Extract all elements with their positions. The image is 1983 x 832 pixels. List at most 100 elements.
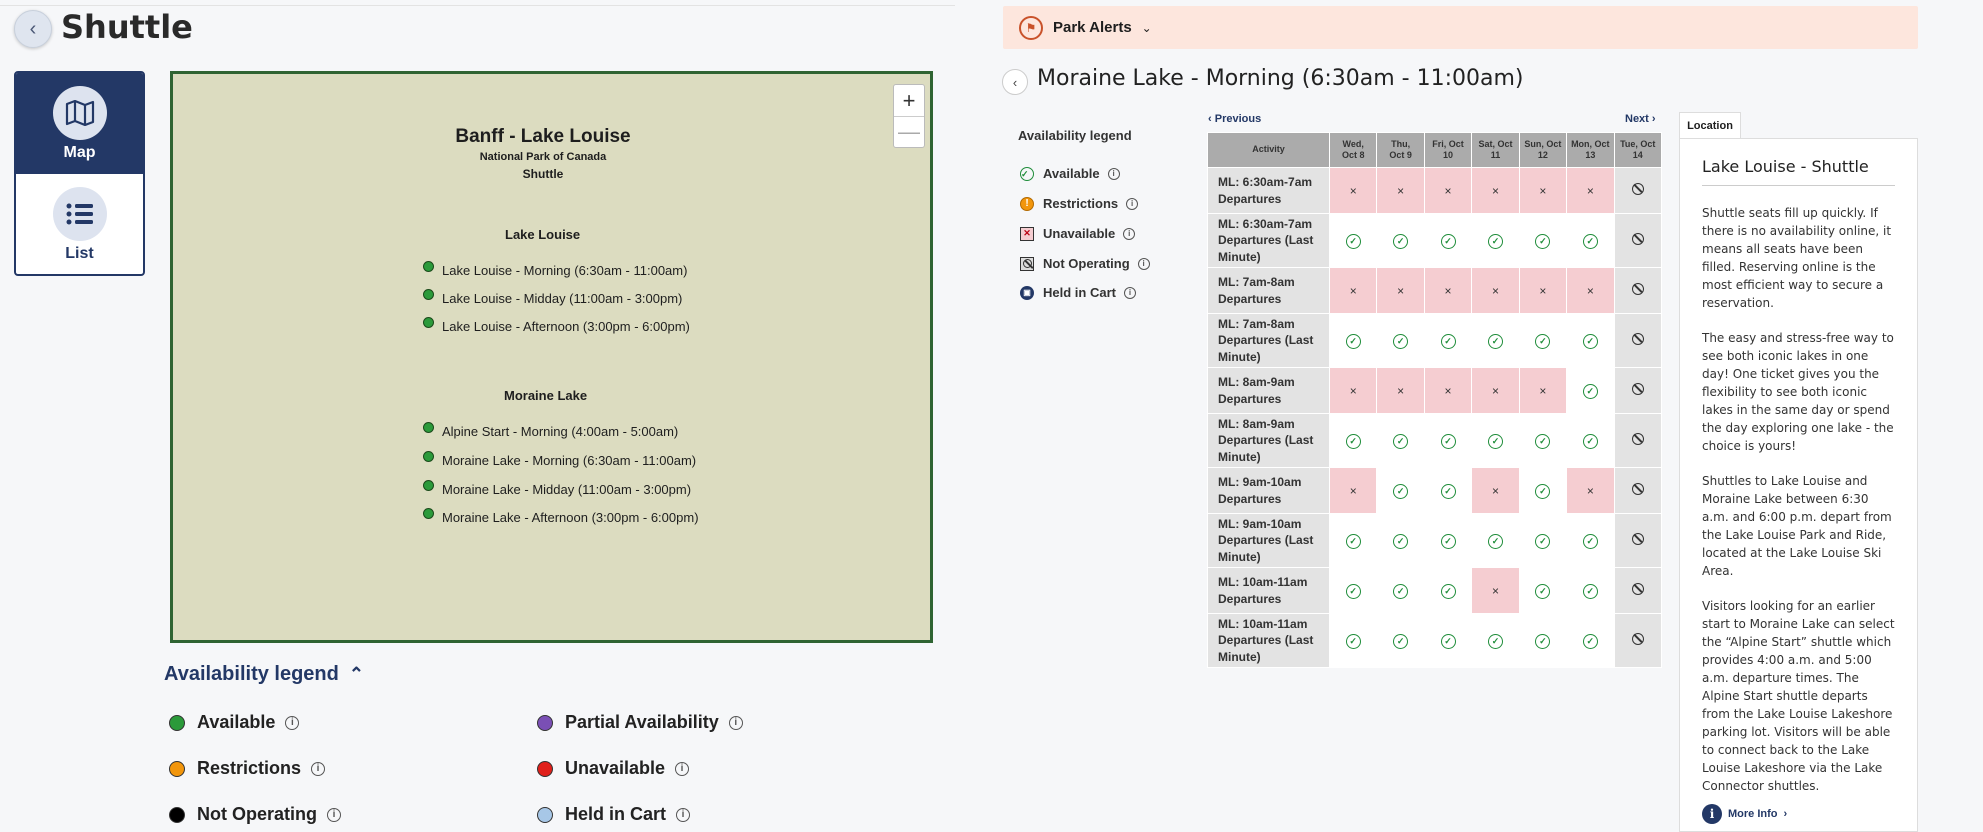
activity-header: Activity <box>1207 132 1330 168</box>
available-cell[interactable]: ✓ <box>1328 567 1378 614</box>
side-legend-label: Held in Cart <box>1043 285 1116 300</box>
available-cell[interactable]: ✓ <box>1566 213 1615 268</box>
available-cell[interactable]: ✓ <box>1566 413 1615 468</box>
check-circle-icon: ✓ <box>1440 233 1456 249</box>
map-location[interactable]: Lake Louise - Afternoon (3:00pm - 6:00pm… <box>423 317 690 334</box>
map-location[interactable]: Lake Louise - Morning (6:30am - 11:00am) <box>423 261 687 278</box>
available-cell[interactable]: ✓ <box>1328 513 1378 568</box>
list-view-button[interactable]: List <box>16 174 143 274</box>
park-alerts-bar[interactable]: ⚑ Park Alerts ⌄ <box>1003 6 1918 49</box>
not-operating-cell <box>1613 367 1663 414</box>
available-check-icon: ✓ <box>1020 166 1034 181</box>
back-button[interactable]: ‹ <box>14 10 52 48</box>
unavailable-x-icon: ✕ <box>1020 226 1034 241</box>
info-icon: i <box>1702 804 1722 824</box>
availability-legend-title: Availability legend <box>164 663 339 685</box>
detail-back-button[interactable]: ‹ <box>1002 69 1028 95</box>
info-icon[interactable]: i <box>675 761 690 776</box>
available-cell[interactable]: ✓ <box>1423 413 1473 468</box>
available-cell[interactable]: ✓ <box>1328 413 1378 468</box>
date-header-line: Fri, Oct <box>1432 138 1464 149</box>
not-operating-cell <box>1613 213 1663 268</box>
available-cell[interactable]: ✓ <box>1518 467 1568 514</box>
map-location[interactable]: Moraine Lake - Morning (6:30am - 11:00am… <box>423 451 696 468</box>
available-cell[interactable]: ✓ <box>1518 567 1568 614</box>
megaphone-icon: ⚑ <box>1019 15 1043 40</box>
available-cell[interactable]: ✓ <box>1566 513 1615 568</box>
location-paragraph: Shuttles to Lake Louise and Moraine Lake… <box>1702 474 1892 578</box>
location-title: Lake Louise - Shuttle <box>1702 157 1895 186</box>
date-column-header: Sun, Oct 12 <box>1518 132 1568 168</box>
available-cell[interactable]: ✓ <box>1471 213 1520 268</box>
info-icon[interactable]: i <box>1137 257 1150 270</box>
available-cell[interactable]: ✓ <box>1423 313 1473 368</box>
available-cell[interactable]: ✓ <box>1518 213 1568 268</box>
available-cell[interactable]: ✓ <box>1423 567 1473 614</box>
info-icon[interactable]: i <box>676 807 691 822</box>
map-location[interactable]: Moraine Lake - Midday (11:00am - 3:00pm) <box>423 480 691 497</box>
next-label: Next <box>1625 113 1649 125</box>
next-week-link[interactable]: Next › <box>1625 113 1656 125</box>
available-cell[interactable]: ✓ <box>1566 567 1615 614</box>
x-icon: × <box>1491 383 1499 398</box>
held-in-cart-dot-icon <box>537 806 553 823</box>
date-column-header: Thu, Oct 9 <box>1376 132 1425 168</box>
tab-location[interactable]: Location <box>1679 112 1741 139</box>
unavailable-cell: × <box>1328 367 1378 414</box>
available-cell[interactable]: ✓ <box>1376 413 1425 468</box>
available-cell[interactable]: ✓ <box>1518 513 1568 568</box>
available-cell[interactable]: ✓ <box>1376 213 1425 268</box>
map-location-label: Moraine Lake - Afternoon (3:00pm - 6:00p… <box>442 510 699 525</box>
available-cell[interactable]: ✓ <box>1471 613 1520 668</box>
more-info-link[interactable]: i More Info › <box>1702 804 1787 824</box>
activity-label: ML: 6:30am-7am Departures (Last Minute) <box>1207 213 1330 268</box>
cart-icon: ▣ <box>1020 285 1034 300</box>
available-cell[interactable]: ✓ <box>1376 313 1425 368</box>
map-subtitle-shuttle: Shuttle <box>522 167 564 181</box>
available-cell[interactable]: ✓ <box>1566 613 1615 668</box>
map-view-button[interactable]: Map <box>16 73 143 174</box>
map-location[interactable]: Alpine Start - Morning (4:00am - 5:00am) <box>423 422 678 439</box>
info-icon[interactable]: i <box>1123 286 1136 299</box>
available-cell[interactable]: ✓ <box>1376 613 1425 668</box>
available-cell[interactable]: ✓ <box>1423 613 1473 668</box>
unavailable-cell: × <box>1376 267 1425 314</box>
available-cell[interactable]: ✓ <box>1471 413 1520 468</box>
shuttle-map[interactable]: + — Banff - Lake Louise National Park of… <box>170 71 933 643</box>
availability-legend-toggle[interactable]: Availability legend ⌃ <box>164 663 364 686</box>
available-cell[interactable]: ✓ <box>1423 467 1473 514</box>
date-header-line: 11 <box>1490 150 1501 160</box>
zoom-in-button[interactable]: + <box>894 85 924 116</box>
info-icon[interactable]: i <box>327 807 341 822</box>
map-location[interactable]: Moraine Lake - Afternoon (3:00pm - 6:00p… <box>423 508 699 525</box>
available-cell[interactable]: ✓ <box>1518 613 1568 668</box>
available-cell[interactable]: ✓ <box>1518 313 1568 368</box>
info-icon[interactable]: i <box>1123 227 1136 240</box>
available-cell[interactable]: ✓ <box>1566 367 1615 414</box>
available-cell[interactable]: ✓ <box>1423 513 1473 568</box>
info-icon[interactable]: i <box>285 715 300 730</box>
info-icon[interactable]: i <box>728 715 743 730</box>
detail-title: Moraine Lake - Morning (6:30am - 11:00am… <box>1037 66 1524 91</box>
map-location[interactable]: Lake Louise - Midday (11:00am - 3:00pm) <box>423 289 682 306</box>
available-cell[interactable]: ✓ <box>1471 513 1520 568</box>
previous-week-link[interactable]: ‹ Previous <box>1208 113 1261 125</box>
available-cell[interactable]: ✓ <box>1328 213 1378 268</box>
activity-label: ML: 10am-11am Departures (Last Minute) <box>1207 613 1330 668</box>
info-icon[interactable]: i <box>1107 167 1120 180</box>
available-cell[interactable]: ✓ <box>1376 513 1425 568</box>
available-cell[interactable]: ✓ <box>1328 313 1378 368</box>
info-icon[interactable]: i <box>1126 197 1139 210</box>
available-cell[interactable]: ✓ <box>1376 467 1425 514</box>
location-marker-icon <box>423 508 434 519</box>
available-cell[interactable]: ✓ <box>1423 213 1473 268</box>
check-circle-icon: ✓ <box>1393 483 1409 499</box>
info-icon[interactable]: i <box>311 761 326 776</box>
available-cell[interactable]: ✓ <box>1471 313 1520 368</box>
unavailable-cell: × <box>1423 267 1473 314</box>
unavailable-cell: × <box>1518 267 1568 314</box>
available-cell[interactable]: ✓ <box>1328 613 1378 668</box>
available-cell[interactable]: ✓ <box>1376 567 1425 614</box>
available-cell[interactable]: ✓ <box>1518 413 1568 468</box>
available-cell[interactable]: ✓ <box>1566 313 1615 368</box>
